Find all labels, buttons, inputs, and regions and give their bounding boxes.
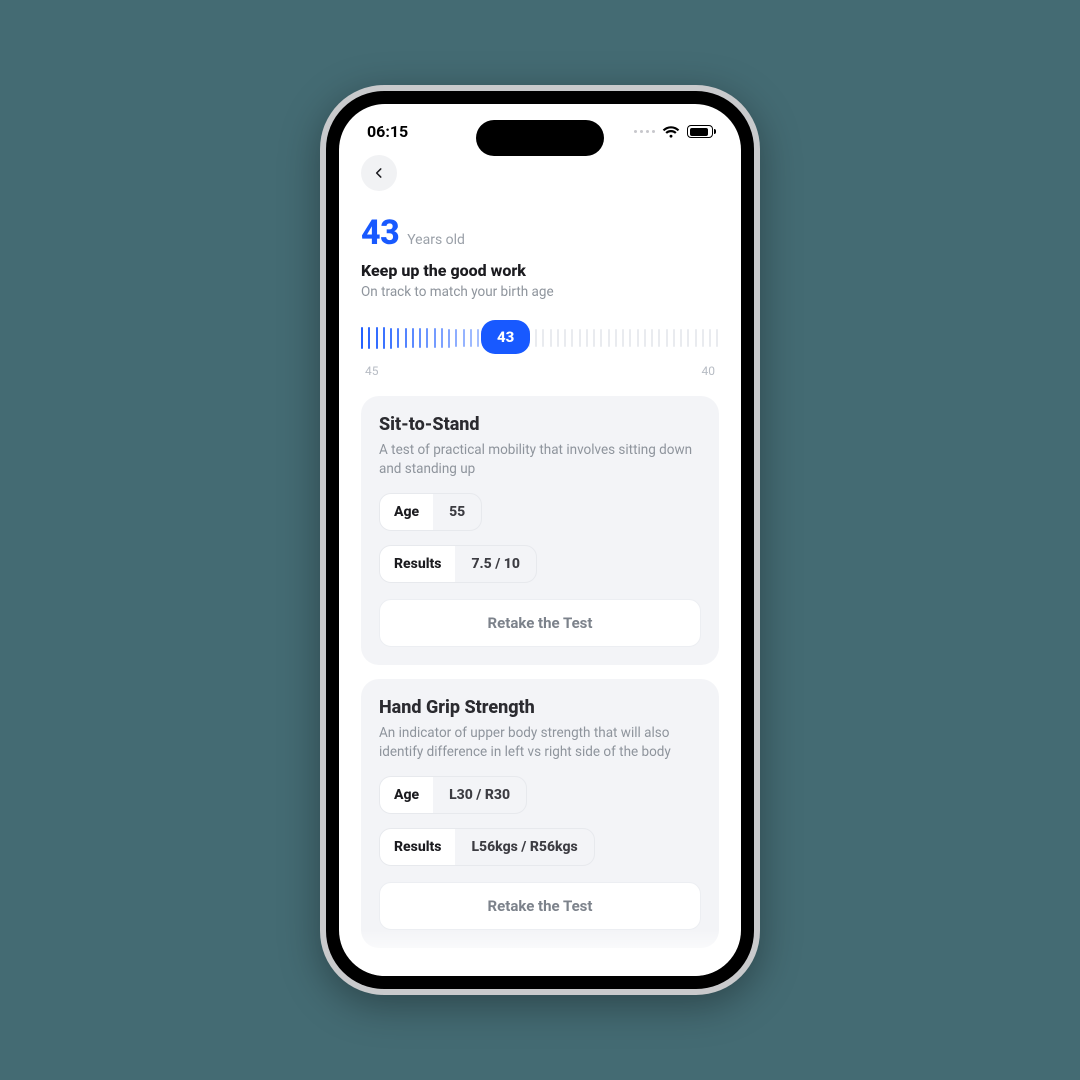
retake-button[interactable]: Retake the Test	[379, 882, 701, 930]
chevron-left-icon	[372, 166, 386, 180]
wifi-icon	[662, 125, 680, 139]
stat-age: Age L30 / R30	[379, 776, 527, 814]
hero-headline: Keep up the good work	[361, 261, 719, 280]
hero-subline: On track to match your birth age	[361, 284, 719, 300]
stat-results: Results 7.5 / 10	[379, 545, 537, 583]
phone-bezel: 06:15	[326, 91, 754, 989]
stat-value: L30 / R30	[433, 777, 526, 813]
status-time: 06:15	[367, 122, 408, 141]
page-content: 43 Years old Keep up the good work On tr…	[339, 147, 741, 976]
stat-value: 7.5 / 10	[455, 546, 535, 582]
age-scale: 43 45 40	[361, 316, 719, 378]
scale-right-label: 40	[702, 364, 716, 378]
scale-left-label: 45	[365, 364, 379, 378]
card-hand-grip: Hand Grip Strength An indicator of upper…	[361, 679, 719, 948]
status-indicators	[634, 125, 713, 139]
battery-icon	[687, 125, 713, 138]
stat-results: Results L56kgs / R56kgs	[379, 828, 595, 866]
screen: 06:15	[339, 104, 741, 976]
back-button[interactable]	[361, 155, 397, 191]
card-title: Hand Grip Strength	[379, 697, 701, 718]
retake-button[interactable]: Retake the Test	[379, 599, 701, 647]
fitness-age-label: Years old	[407, 232, 465, 248]
card-title: Sit-to-Stand	[379, 414, 701, 435]
fitness-age-number: 43	[361, 213, 399, 253]
phone-frame: 06:15	[320, 85, 760, 995]
more-dots-icon	[634, 130, 655, 133]
stat-age: Age 55	[379, 493, 482, 531]
stat-value: 55	[433, 494, 481, 530]
stat-label: Age	[380, 777, 433, 813]
card-desc: An indicator of upper body strength that…	[379, 724, 701, 762]
stat-label: Results	[380, 546, 455, 582]
dynamic-island	[476, 120, 604, 156]
stat-label: Results	[380, 829, 455, 865]
age-scale-marker: 43	[481, 320, 530, 354]
stat-value: L56kgs / R56kgs	[455, 829, 593, 865]
card-sit-to-stand: Sit-to-Stand A test of practical mobilit…	[361, 396, 719, 665]
stat-label: Age	[380, 494, 433, 530]
card-desc: A test of practical mobility that involv…	[379, 441, 701, 479]
hero-section: 43 Years old Keep up the good work On tr…	[361, 213, 719, 378]
